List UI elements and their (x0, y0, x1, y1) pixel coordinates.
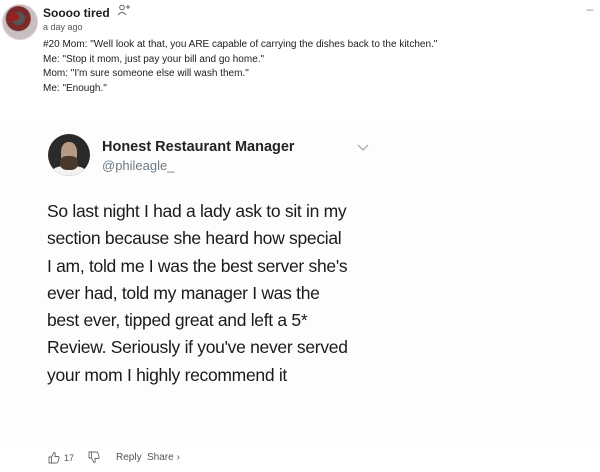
comment-timestamp: a day ago (43, 22, 83, 32)
comment-line: Me: "Stop it mom, just pay your bill and… (43, 53, 265, 65)
tweet-line: So last night I had a lady ask to sit in… (47, 201, 347, 221)
user-avatar[interactable] (2, 4, 38, 40)
tweet-line: I am, told me I was the best server she'… (47, 255, 348, 276)
tweet-text: So last night I had a lady ask to sit in… (47, 198, 387, 389)
tweet-line: section because she heard how special (47, 228, 342, 249)
comment-text: #20 Mom: "Well look at that, you ARE cap… (43, 38, 583, 96)
tweet-author-handle: @phileagle_ (102, 158, 175, 173)
add-user-icon[interactable] (117, 4, 131, 16)
more-options-icon[interactable]: – (584, 3, 596, 18)
tweet-line: ever had, told my manager I was the (47, 282, 320, 303)
comment-card: Soooo tired a day ago – #20 Mom: "Well l… (0, 0, 600, 472)
tweet-screenshot-image[interactable]: Honest Restaurant Manager @phileagle_ So… (0, 122, 600, 442)
comment-line: #20 Mom: "Well look at that, you ARE cap… (43, 39, 438, 50)
chevron-down-icon (357, 144, 369, 151)
tweet-avatar (48, 134, 90, 176)
thumbs-up-icon[interactable] (48, 451, 60, 464)
tweet-line: best ever, tipped great and left a 5* (47, 310, 308, 331)
username[interactable]: Soooo tired (43, 6, 110, 20)
tweet-line: Review. Seriously if you've never served (47, 337, 348, 358)
tweet-line: your mom I highly recommend it (47, 364, 287, 385)
comment-line: Me: "Enough." (43, 82, 107, 94)
share-button[interactable]: Share › (147, 452, 180, 463)
comment-line: Mom: "I'm sure someone else will wash th… (43, 68, 249, 79)
thumbs-down-icon[interactable] (88, 451, 100, 464)
upvote-count: 17 (64, 453, 75, 463)
reply-button[interactable]: Reply (116, 452, 142, 463)
comment-actions: 17 Reply Share › (0, 450, 600, 466)
tweet-author-name: Honest Restaurant Manager (102, 139, 295, 155)
